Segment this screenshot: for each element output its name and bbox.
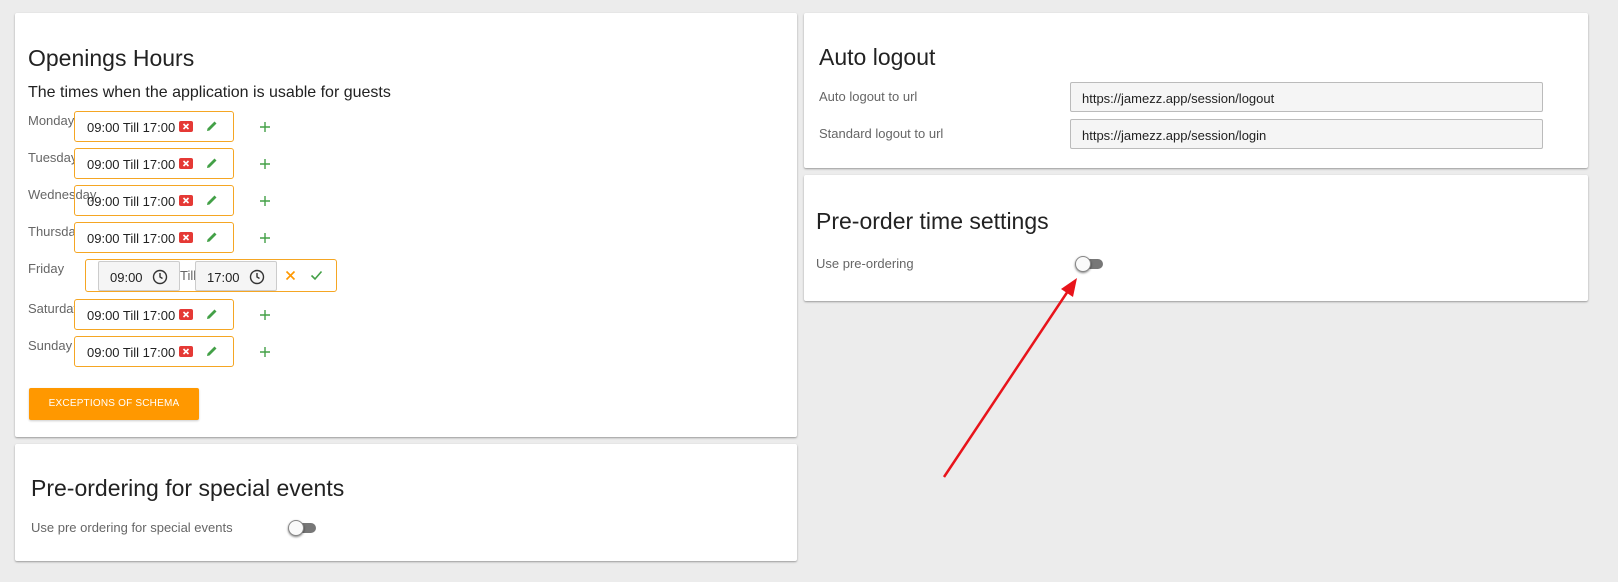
toggle-knob	[1075, 256, 1091, 272]
from-time-value: 09:00	[110, 270, 143, 285]
slot-text: 09:00 Till 17:00	[87, 308, 176, 323]
auto-logout-url-input[interactable]: https://jamezz.app/session/logout	[1070, 82, 1543, 112]
add-slot-thursday-plus-icon[interactable]	[259, 232, 271, 244]
add-slot-saturday-plus-icon[interactable]	[259, 309, 271, 321]
add-slot-tuesday-plus-icon[interactable]	[259, 158, 271, 170]
edit-icon[interactable]	[205, 156, 219, 170]
preorder-time-card: Pre-order time settings Use pre-ordering	[804, 175, 1588, 301]
day-label-sunday: Sunday	[28, 338, 73, 353]
standard-logout-label: Standard logout to url	[819, 126, 944, 141]
check-icon[interactable]	[310, 270, 323, 281]
day-label-friday: Friday	[28, 261, 65, 276]
from-time-input[interactable]: 09:00	[98, 261, 180, 291]
special-events-toggle-label: Use pre ordering for special events	[31, 520, 233, 535]
auto-logout-url-value: https://jamezz.app/session/logout	[1082, 91, 1275, 106]
edit-icon[interactable]	[205, 307, 219, 321]
delete-icon[interactable]	[179, 309, 193, 320]
slot-text: 09:00 Till 17:00	[87, 345, 176, 360]
clock-icon[interactable]	[152, 269, 168, 285]
use-preordering-label: Use pre-ordering	[816, 256, 914, 271]
edit-icon[interactable]	[205, 119, 219, 133]
standard-logout-url-value: https://jamezz.app/session/login	[1082, 128, 1267, 143]
to-time-value: 17:00	[207, 270, 240, 285]
till-label: Till	[180, 268, 197, 283]
slot-tuesday[interactable]: 09:00 Till 17:00	[74, 148, 234, 179]
delete-icon[interactable]	[179, 346, 193, 357]
opening-hours-title: Openings Hours	[28, 45, 195, 71]
slot-text: 09:00 Till 17:00	[87, 120, 176, 135]
slot-monday[interactable]: 09:00 Till 17:00	[74, 111, 234, 142]
slot-wednesday[interactable]: 09:00 Till 17:00	[74, 185, 234, 216]
special-events-title: Pre-ordering for special events	[31, 475, 345, 501]
day-label-monday: Monday	[28, 113, 75, 128]
slot-text: 09:00 Till 17:00	[87, 231, 176, 246]
auto-logout-title: Auto logout	[819, 44, 936, 70]
add-slot-sunday-plus-icon[interactable]	[259, 346, 271, 358]
auto-logout-card: Auto logout Auto logout to url https://j…	[804, 13, 1588, 168]
delete-icon[interactable]	[179, 121, 193, 132]
edit-icon[interactable]	[205, 193, 219, 207]
clock-icon[interactable]	[249, 269, 265, 285]
special-events-toggle[interactable]	[288, 520, 316, 536]
delete-icon[interactable]	[179, 232, 193, 243]
toggle-knob	[288, 520, 304, 536]
day-label-saturday: Saturday	[28, 301, 81, 316]
opening-hours-subtitle: The times when the application is usable…	[28, 84, 391, 101]
slot-thursday[interactable]: 09:00 Till 17:00	[74, 222, 234, 253]
delete-icon[interactable]	[179, 158, 193, 169]
special-events-card: Pre-ordering for special events Use pre …	[15, 444, 797, 561]
exceptions-of-schema-button[interactable]: EXCEPTIONS OF SCHEMA	[29, 388, 199, 420]
slot-saturday[interactable]: 09:00 Till 17:00	[74, 299, 234, 330]
delete-icon[interactable]	[179, 195, 193, 206]
add-slot-monday-plus-icon[interactable]	[259, 121, 271, 133]
add-slot-wednesday-plus-icon[interactable]	[259, 195, 271, 207]
slot-friday-editor: 09:00 Till 17:00	[85, 259, 337, 292]
slot-sunday[interactable]: 09:00 Till 17:00	[74, 336, 234, 367]
day-label-tuesday: Tuesday	[28, 150, 78, 165]
preorder-time-title: Pre-order time settings	[816, 208, 1049, 234]
slot-text: 09:00 Till 17:00	[87, 194, 176, 209]
edit-icon[interactable]	[205, 344, 219, 358]
auto-logout-label: Auto logout to url	[819, 89, 918, 104]
to-time-input[interactable]: 17:00	[195, 261, 277, 291]
close-icon[interactable]	[285, 270, 296, 281]
standard-logout-url-input[interactable]: https://jamezz.app/session/login	[1070, 119, 1543, 149]
opening-hours-card: Openings Hours The times when the applic…	[15, 13, 797, 437]
slot-text: 09:00 Till 17:00	[87, 157, 176, 172]
edit-icon[interactable]	[205, 230, 219, 244]
use-preordering-toggle[interactable]	[1075, 256, 1103, 272]
